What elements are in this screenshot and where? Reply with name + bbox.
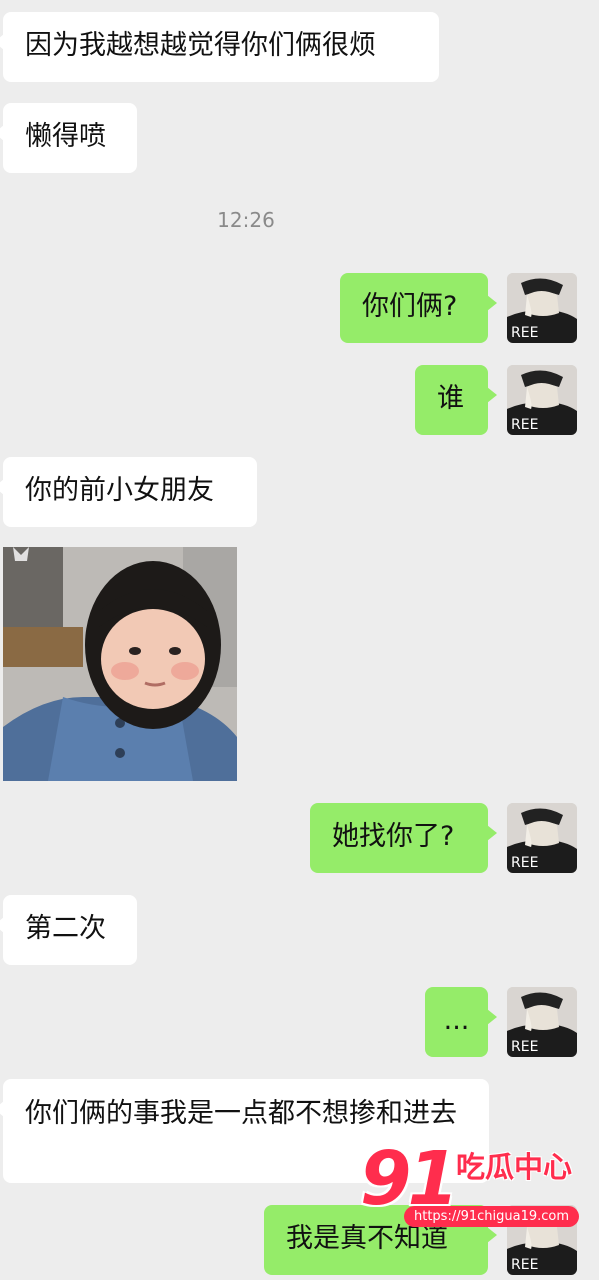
message-text: 你们俩? [362, 291, 458, 322]
watermark-url: https://91chigua19.com [404, 1206, 580, 1227]
message-text: 第二次 [25, 913, 106, 944]
avatar-shirt-text: REE [511, 325, 538, 341]
message-text: 谁 [437, 383, 464, 414]
message-text: 你的前小女朋友 [25, 475, 214, 506]
message-bubble-outgoing[interactable]: 谁 [415, 365, 497, 435]
message-timestamp: 12:26 [217, 208, 275, 232]
message-text: 懒得喷 [25, 121, 106, 152]
sticker-child-photo [3, 547, 237, 781]
message-text: 因为我越想越觉得你们俩很烦 [25, 30, 376, 61]
message-bubble-incoming[interactable]: 懒得喷 [0, 103, 137, 173]
avatar-image: REE [507, 803, 577, 873]
sticker-image[interactable] [3, 547, 237, 781]
avatar[interactable]: REE [507, 987, 577, 1057]
avatar-image: REE [507, 273, 577, 343]
avatar-image: REE [507, 365, 577, 435]
message-bubble-outgoing[interactable]: 你们俩? [340, 273, 497, 343]
avatar[interactable]: REE [507, 803, 577, 873]
avatar-shirt-text: REE [511, 1257, 538, 1273]
message-text: 你们俩的事我是一点都不想掺和进去 [25, 1098, 457, 1129]
message-text: 她找你了? [332, 821, 455, 852]
message-bubble-incoming[interactable]: 因为我越想越觉得你们俩很烦 [0, 12, 439, 82]
avatar-image: REE [507, 987, 577, 1057]
message-bubble-outgoing[interactable]: ... [425, 987, 497, 1057]
message-bubble-incoming[interactable]: 你的前小女朋友 [0, 457, 257, 527]
message-text: ... [443, 1005, 470, 1036]
watermark: 91 吃瓜中心 https://91chigua19.com [360, 1136, 580, 1238]
avatar-shirt-text: REE [511, 417, 538, 433]
avatar-shirt-text: REE [511, 1039, 538, 1055]
watermark-brand: 吃瓜中心 [456, 1150, 573, 1184]
message-bubble-outgoing[interactable]: 她找你了? [310, 803, 497, 873]
avatar[interactable]: REE [507, 365, 577, 435]
avatar-shirt-text: REE [511, 855, 538, 871]
message-bubble-incoming[interactable]: 第二次 [0, 895, 137, 965]
avatar[interactable]: REE [507, 273, 577, 343]
